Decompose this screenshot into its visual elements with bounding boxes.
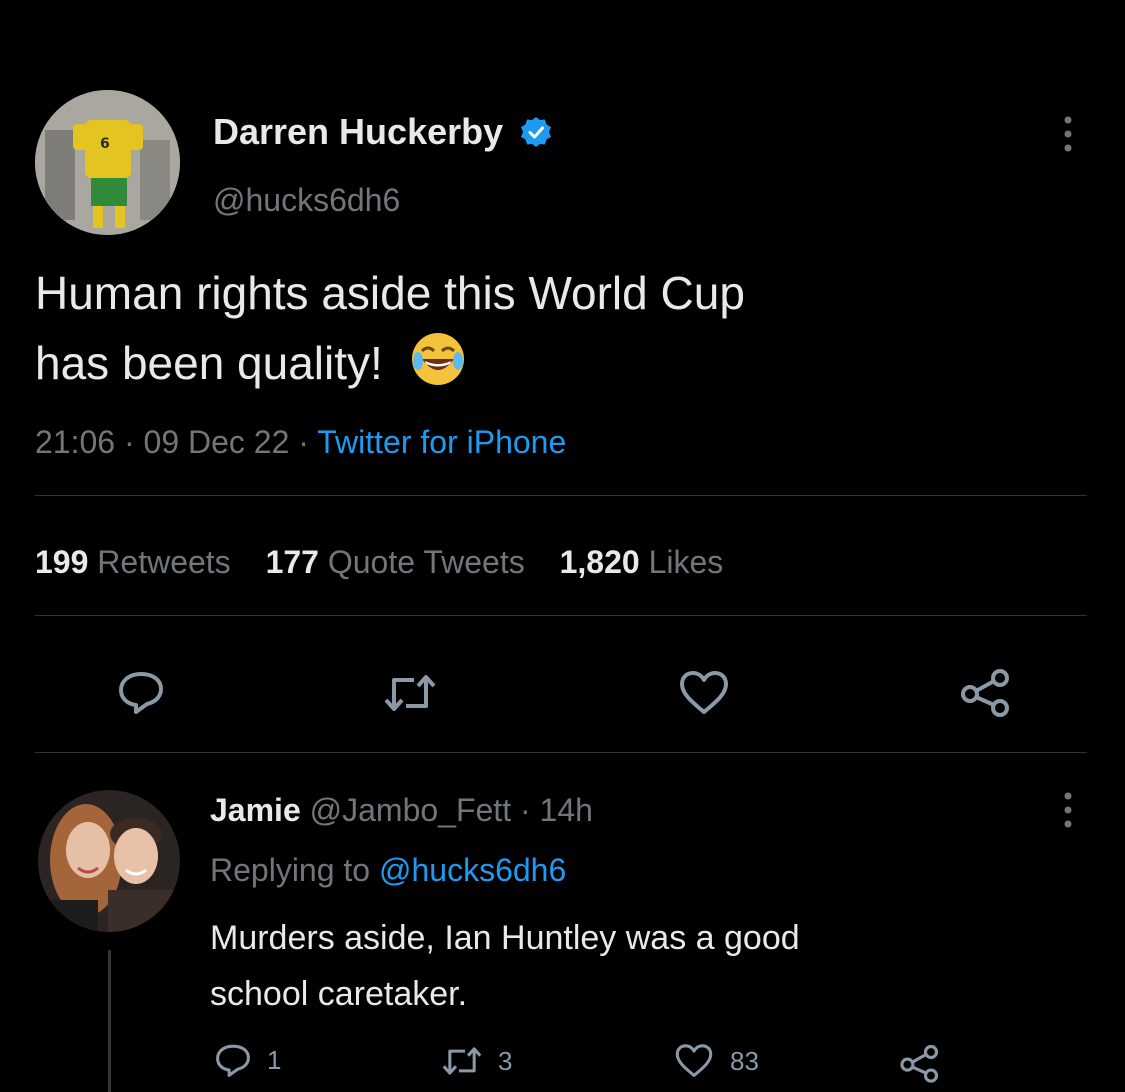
thread-line <box>108 950 111 1092</box>
quotes-label: Quote Tweets <box>327 544 525 580</box>
reply-text-line2: school caretaker. <box>210 975 468 1013</box>
reply-author-name[interactable]: Jamie <box>210 792 301 828</box>
reply-author-handle[interactable]: @Jambo_Fett <box>310 792 511 828</box>
likes-count: 1,820 <box>559 544 640 580</box>
reply-header: Jamie @Jambo_Fett · 14h <box>210 790 593 830</box>
main-author-name-text[interactable]: Darren Huckerby <box>213 111 503 152</box>
main-tweet-text: Human rights aside this World Cup has be… <box>35 258 745 398</box>
replying-to-label: Replying to <box>210 852 379 888</box>
reply-share-icon[interactable] <box>898 1042 942 1084</box>
reply-retweet-count: 3 <box>498 1045 513 1076</box>
retweet-icon[interactable] <box>382 668 438 718</box>
divider-middle <box>35 615 1087 616</box>
quotes-stat[interactable]: 177 Quote Tweets <box>266 544 534 580</box>
divider-bottom <box>35 752 1087 753</box>
like-icon[interactable] <box>676 668 732 718</box>
reply-time[interactable]: · 14h <box>511 792 593 828</box>
retweets-count: 199 <box>35 544 89 580</box>
likes-stat[interactable]: 1,820 Likes <box>560 544 724 580</box>
reply-author-avatar[interactable] <box>38 790 180 932</box>
main-author-name[interactable]: Darren Huckerby <box>213 110 553 154</box>
quotes-count: 177 <box>265 544 319 580</box>
main-author-avatar[interactable]: 6 <box>35 90 180 235</box>
reply-like-icon <box>672 1042 716 1080</box>
replying-to-handle[interactable]: @hucks6dh6 <box>379 852 566 888</box>
avatar-shirt-number: 6 <box>100 136 110 152</box>
replying-to: Replying to @hucks6dh6 <box>210 850 566 890</box>
reply-reply-action[interactable]: 1 <box>213 1040 281 1080</box>
reply-retweet-action[interactable]: 3 <box>440 1042 512 1080</box>
main-tweet-text-line1: Human rights aside this World Cup <box>35 267 745 319</box>
reply-more-icon[interactable] <box>1058 788 1078 832</box>
reply-like-action[interactable]: 83 <box>672 1042 759 1080</box>
main-tweet-meta: 21:06 · 09 Dec 22 · Twitter for iPhone <box>35 420 566 464</box>
reply-retweet-icon <box>440 1042 484 1080</box>
reply-icon[interactable] <box>115 666 167 718</box>
reply-text: Murders aside, Ian Huntley was a good sc… <box>210 910 800 1022</box>
main-tweet-source[interactable]: Twitter for iPhone <box>317 424 566 460</box>
more-icon[interactable] <box>1058 112 1078 156</box>
share-icon[interactable] <box>958 666 1014 718</box>
main-tweet-text-line2: has been quality! <box>35 337 383 389</box>
main-author-handle[interactable]: @hucks6dh6 <box>213 180 400 220</box>
retweets-label: Retweets <box>97 544 231 580</box>
reply-text-line1: Murders aside, Ian Huntley was a good <box>210 919 800 957</box>
likes-label: Likes <box>648 544 724 580</box>
retweets-stat[interactable]: 199 Retweets <box>35 544 240 580</box>
laughing-emoji <box>410 331 466 387</box>
reply-like-count: 83 <box>730 1045 759 1076</box>
main-tweet-timestamp[interactable]: 21:06 · 09 Dec 22 · <box>35 424 317 460</box>
main-tweet-stats: 199 Retweets 177 Quote Tweets 1,820 Like… <box>35 540 723 584</box>
verified-badge-icon <box>519 115 553 149</box>
reply-reply-count: 1 <box>267 1044 282 1075</box>
main-tweet-text-line2-row: has been quality! <box>35 328 745 398</box>
reply-reply-icon <box>213 1040 253 1080</box>
divider-top <box>35 495 1087 496</box>
